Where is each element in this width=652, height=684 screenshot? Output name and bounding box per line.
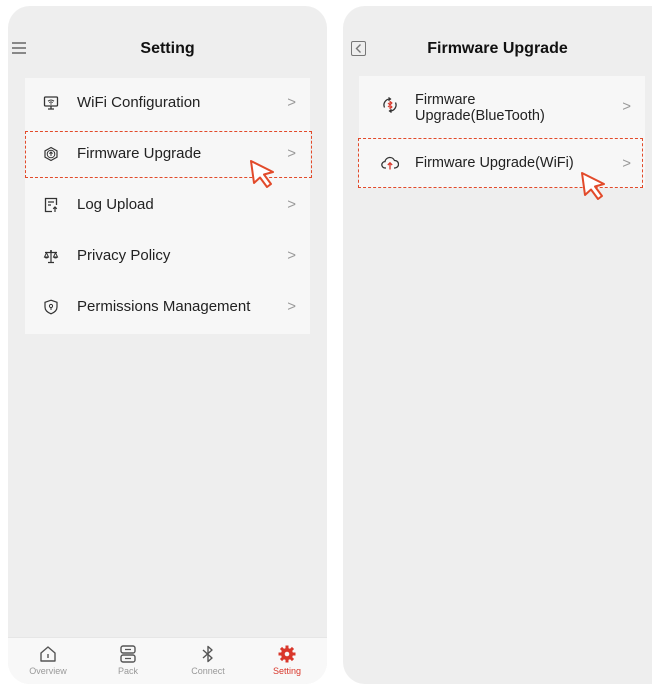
shield-icon (44, 299, 58, 315)
firmware-upgrade-bluetooth-item[interactable]: Firmware Upgrade(BlueTooth) > (359, 76, 645, 132)
settings-list: WiFi Configuration > Firmware Upgrade > … (25, 78, 310, 334)
setting-item-label: Permissions Management (77, 298, 251, 315)
tab-overview[interactable]: Overview (18, 644, 78, 676)
chevron-right-icon: > (622, 98, 631, 115)
setting-item-permissions-management[interactable]: Permissions Management > (25, 282, 310, 333)
firmware-upgrade-screen: Firmware Upgrade Firmware Upgrade(BlueTo… (343, 6, 652, 684)
firmware-item-label-line2: Upgrade(BlueTooth) (415, 108, 545, 124)
tab-label: Overview (29, 666, 67, 676)
setting-item-wifi-configuration[interactable]: WiFi Configuration > (25, 78, 310, 129)
setting-item-label: WiFi Configuration (77, 94, 201, 111)
chevron-right-icon: > (287, 247, 296, 264)
setting-item-label: Privacy Policy (77, 247, 171, 264)
gear-icon (278, 645, 296, 663)
chevron-right-icon: > (287, 94, 296, 111)
firmware-item-label-line1: Firmware (415, 92, 476, 108)
tab-connect[interactable]: Connect (178, 644, 238, 676)
scale-icon (43, 250, 59, 264)
chevron-right-icon: > (287, 298, 296, 315)
tab-label: Connect (191, 666, 225, 676)
tab-pack[interactable]: Pack (98, 644, 158, 676)
wifi-monitor-icon (43, 96, 59, 110)
tab-setting[interactable]: Setting (257, 644, 317, 676)
bottom-tab-bar: Overview Pack Connect Setting (8, 637, 327, 684)
chevron-right-icon: > (287, 196, 296, 213)
mouse-cursor-icon (581, 172, 605, 200)
home-icon (40, 646, 56, 662)
page-title: Setting (140, 40, 195, 57)
bluetooth-refresh-icon (383, 97, 397, 113)
tab-label: Pack (117, 666, 138, 676)
setting-item-label: Log Upload (77, 196, 154, 213)
log-upload-icon (44, 197, 58, 213)
page-title: Firmware Upgrade (427, 40, 568, 57)
bluetooth-icon (202, 645, 213, 663)
tab-label: Setting (272, 666, 302, 676)
setting-item-privacy-policy[interactable]: Privacy Policy > (25, 231, 310, 282)
setting-screen: Setting WiFi Configuration > Firmware Up… (8, 6, 327, 684)
battery-pack-icon (120, 645, 136, 663)
mouse-cursor-icon (250, 160, 274, 188)
